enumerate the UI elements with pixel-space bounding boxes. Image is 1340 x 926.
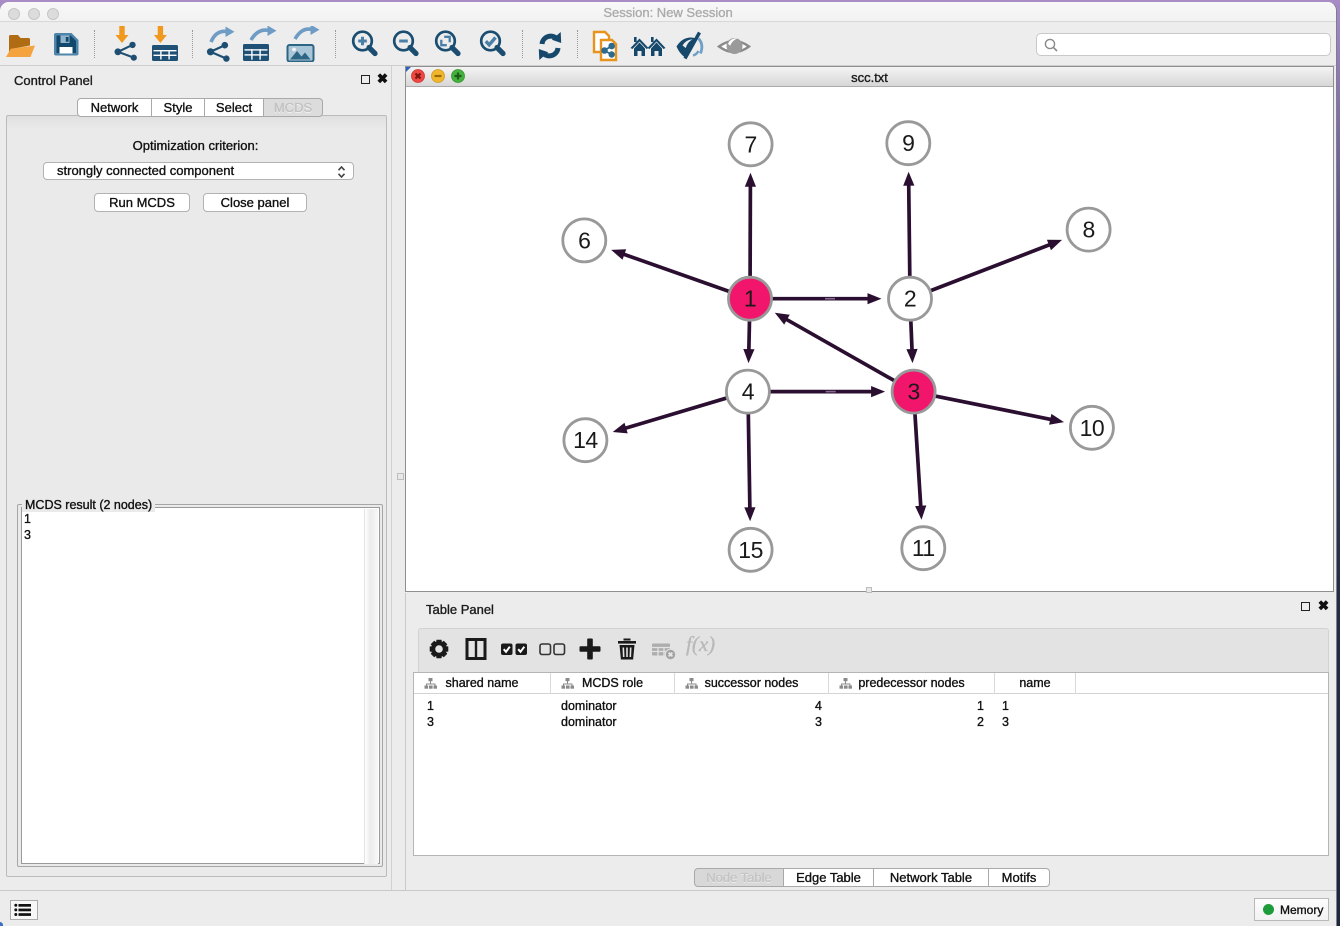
svg-text:15: 15 (738, 537, 763, 563)
svg-text:11: 11 (912, 535, 935, 561)
svg-text:3: 3 (907, 379, 919, 405)
svg-text:10: 10 (1080, 415, 1105, 441)
svg-text:7: 7 (744, 131, 756, 157)
svg-text:14: 14 (573, 427, 598, 453)
svg-text:6: 6 (578, 227, 590, 253)
svg-text:8: 8 (1082, 217, 1094, 243)
svg-text:2: 2 (904, 286, 916, 312)
svg-text:4: 4 (742, 379, 755, 405)
svg-text:9: 9 (902, 130, 914, 156)
svg-text:1: 1 (744, 286, 756, 312)
